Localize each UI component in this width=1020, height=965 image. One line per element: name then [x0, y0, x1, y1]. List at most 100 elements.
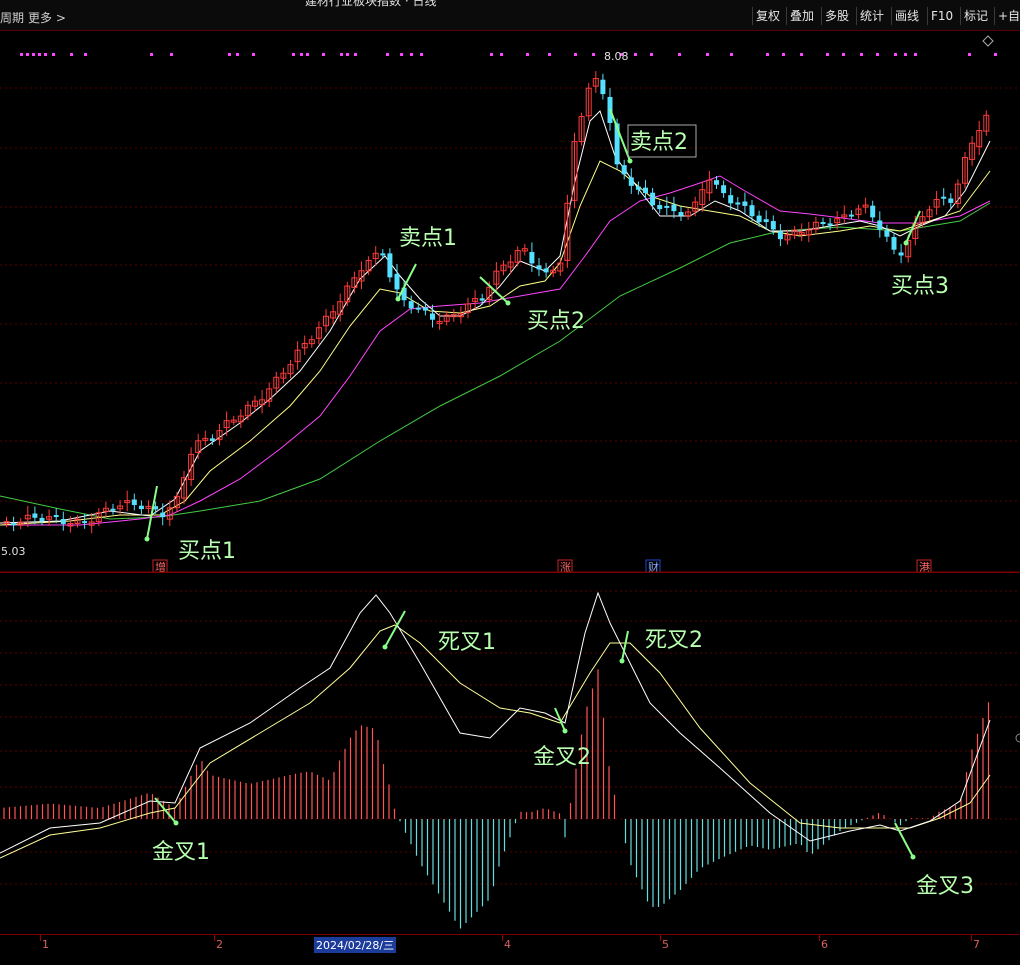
candle-body — [664, 205, 670, 208]
candle-body — [628, 177, 634, 186]
signal-dot — [340, 53, 343, 56]
top-toolbar: 周期 更多 > 建材行业板块指数 · 日线 复权 叠加 多股 统计 画线 F10… — [0, 0, 1020, 31]
signal-dot — [904, 53, 907, 56]
signal-dot — [346, 53, 349, 56]
candle-body — [820, 222, 826, 225]
annotation-arrow — [609, 108, 631, 162]
signal-dot — [994, 53, 997, 56]
death-cross-2-label: 死叉2 — [645, 628, 703, 653]
signal-dot — [38, 53, 41, 56]
signal-dot — [252, 53, 255, 56]
candle-body — [479, 298, 485, 301]
signal-dot — [20, 53, 23, 56]
candle-body — [891, 237, 897, 250]
axis-label-month-1: 1 — [42, 938, 49, 951]
arrow-head — [903, 240, 909, 246]
event-marker-zeng-text: 增 — [155, 560, 166, 573]
candle-body — [870, 205, 876, 218]
arrow-head — [173, 820, 179, 826]
low-price-label: 5.03 — [1, 545, 26, 558]
arrow-head — [627, 158, 633, 164]
annotation-arrow — [384, 610, 406, 648]
ma20-line — [0, 175, 991, 526]
candle-body — [763, 219, 769, 223]
signal-dot — [306, 53, 309, 56]
axis-label-month-2: 2 — [216, 938, 223, 951]
signal-dot — [44, 53, 47, 56]
candle-body — [657, 205, 663, 210]
candle-body — [394, 273, 400, 290]
event-marker-cai-text: 财 — [648, 560, 659, 573]
candle-body — [82, 521, 88, 524]
high-price-label: 8.08 — [604, 50, 629, 63]
buy-point-3-label: 买点3 — [891, 274, 949, 299]
more-button[interactable]: 更多 > — [28, 9, 66, 26]
candle-body — [380, 253, 386, 256]
candle-body — [671, 204, 677, 212]
chart-title: 建材行业板块指数 · 日线 — [305, 0, 437, 8]
candle-body — [209, 438, 215, 441]
golden-cross-2-label: 金叉2 — [533, 745, 591, 770]
candle-body — [422, 307, 428, 311]
signal-dot — [894, 53, 897, 56]
candle-body — [848, 214, 854, 217]
signal-dot — [354, 53, 357, 56]
golden-cross-1-label: 金叉1 — [152, 840, 210, 865]
candle-body — [430, 313, 435, 320]
cursor-date-label: 2024/02/28/三 — [314, 937, 397, 953]
candle-body — [770, 221, 776, 230]
candle-body — [415, 307, 421, 310]
sell-point-1-label: 卖点1 — [399, 226, 457, 251]
golden-cross-3-label: 金叉3 — [916, 874, 974, 899]
candle-body — [742, 201, 748, 206]
candle-body — [877, 220, 883, 230]
buy-point-1-label: 买点1 — [178, 539, 236, 564]
axis-label-month-6: 6 — [821, 938, 828, 951]
candle-body — [160, 512, 166, 518]
arrow-head — [562, 728, 568, 734]
candle-body — [827, 223, 833, 226]
sell-point-2-label: 卖点2 — [630, 130, 688, 155]
candle-body — [728, 195, 734, 204]
signal-dot — [84, 53, 87, 56]
candle-body — [635, 186, 641, 190]
signal-dot — [500, 53, 503, 56]
multi-stock-button[interactable]: 多股 — [821, 7, 852, 25]
add-custom-button[interactable]: +自 — [994, 7, 1020, 25]
signal-dot — [782, 53, 785, 56]
period-button[interactable]: 周期 — [0, 9, 24, 26]
signal-dot — [678, 53, 681, 56]
draw-line-button[interactable]: 画线 — [891, 7, 922, 25]
statistics-button[interactable]: 统计 — [856, 7, 887, 25]
price-grid — [0, 87, 1020, 502]
signal-dot — [860, 53, 863, 56]
axis-label-month-7: 7 — [973, 938, 980, 951]
signal-dot — [634, 53, 637, 56]
signal-dot — [968, 53, 971, 56]
mark-button[interactable]: 标记 — [960, 7, 991, 25]
signal-dot — [400, 53, 403, 56]
diamond-icon[interactable] — [982, 35, 994, 47]
event-markers: 增 涨 财 港 — [152, 559, 932, 573]
candle-body — [110, 508, 116, 511]
candle-body — [39, 517, 45, 522]
arrow-head — [144, 536, 150, 542]
signal-dot — [150, 53, 153, 56]
candlestick-chart[interactable]: 8.08 5.03 卖点1 卖点2 买点1 买点2 买点3 增 涨 财 港 — [0, 31, 1020, 573]
restore-rights-button[interactable]: 复权 — [752, 7, 783, 25]
signal-dot — [592, 53, 595, 56]
macd-indicator-chart[interactable]: 死叉1 死叉2 金叉1 金叉2 金叉3 — [0, 573, 1020, 934]
annotation-arrow — [397, 263, 417, 300]
overlay-button[interactable]: 叠加 — [786, 7, 817, 25]
scroll-indicator-icon[interactable] — [1015, 733, 1020, 743]
event-marker-zhang-text: 涨 — [560, 561, 571, 573]
candle-body — [650, 192, 656, 206]
candle-body — [941, 196, 947, 199]
candle-body — [621, 165, 627, 175]
signal-dot — [706, 53, 709, 56]
f10-button[interactable]: F10 — [927, 7, 956, 25]
signal-dot — [526, 53, 529, 56]
candle-body — [529, 252, 535, 264]
signal-dot — [322, 53, 325, 56]
signal-dot — [26, 53, 29, 56]
